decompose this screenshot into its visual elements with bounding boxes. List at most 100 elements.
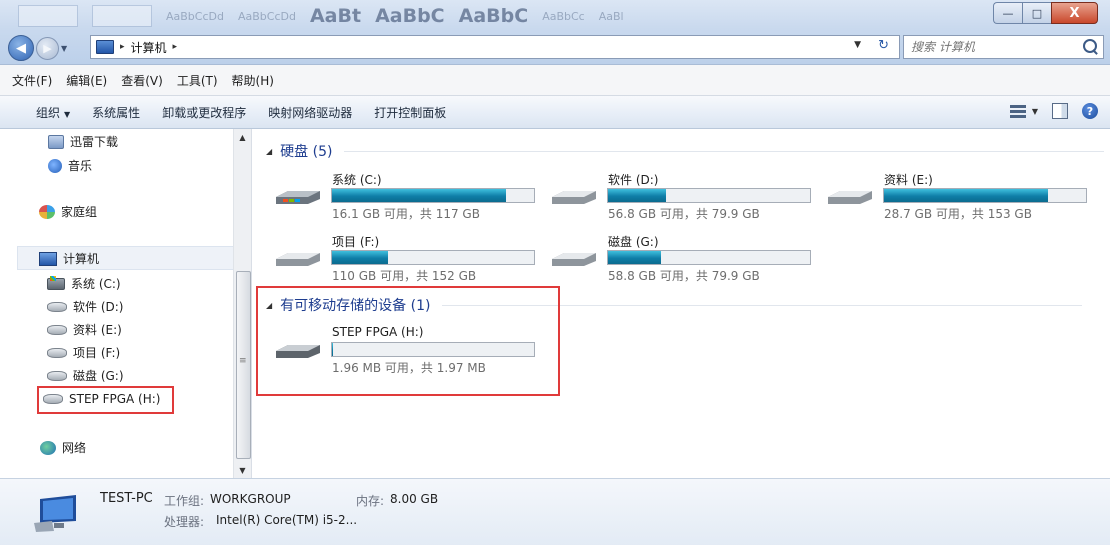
drive-item-d[interactable]: 软件 (D:) 56.8 GB 可用，共 79.9 GB — [550, 171, 820, 231]
address-bar[interactable]: ▸ 计算机 ▸ ▼ ↻ — [90, 35, 900, 59]
preview-pane-icon[interactable] — [1052, 103, 1068, 119]
scroll-down-arrow[interactable]: ▼ — [234, 462, 251, 478]
drive-item-e[interactable]: 资料 (E:) 28.7 GB 可用，共 153 GB — [826, 171, 1096, 231]
menu-view[interactable]: 查看(V) — [121, 72, 163, 89]
search-box[interactable] — [903, 35, 1104, 59]
sidebar-item-network[interactable]: 网络 — [40, 439, 86, 456]
sidebar-item-label: 音乐 — [68, 159, 93, 173]
view-controls: ▼ ? — [1009, 103, 1098, 119]
drive-usage-fill — [608, 251, 662, 264]
sidebar-item-label: 资料 (E:) — [73, 323, 122, 337]
sidebar-item-music[interactable]: 音乐 — [48, 157, 92, 174]
organize-label: 组织 — [36, 105, 61, 120]
menu-bar: 文件(F) 编辑(E) 查看(V) 工具(T) 帮助(H) — [0, 65, 1110, 96]
style-sample: AaBbC — [375, 5, 445, 27]
system-drive-icon — [47, 275, 65, 290]
sidebar-item-drive-c[interactable]: 系统 (C:) — [47, 275, 121, 292]
view-dropdown-icon[interactable]: ▼ — [1032, 107, 1038, 116]
refresh-icon[interactable]: ↻ — [878, 38, 889, 53]
style-swatch — [18, 5, 78, 27]
help-icon[interactable]: ? — [1082, 103, 1098, 119]
content-area: ◢ 硬盘 (5) 系统 (C:) 16.1 GB 可用，共 117 GB 软件 … — [252, 129, 1110, 478]
breadcrumb-separator[interactable]: ▸ — [120, 42, 125, 52]
breadcrumb-computer[interactable]: 计算机 — [131, 39, 167, 56]
computer-icon — [96, 40, 114, 54]
system-properties-button[interactable]: 系统属性 — [92, 104, 140, 121]
highlight-box-removable — [256, 286, 560, 396]
style-sample: AaBbC — [458, 5, 529, 27]
drive-icon — [47, 301, 67, 312]
address-history-dropdown[interactable]: ▼ — [854, 40, 861, 50]
map-network-drive-button[interactable]: 映射网络驱动器 — [268, 104, 352, 121]
menu-edit[interactable]: 编辑(E) — [66, 72, 107, 89]
explorer-window: AaBbCcDd AaBbCcDd AaBt AaBbC AaBbC AaBbC… — [0, 0, 1110, 545]
drive-icon — [276, 253, 320, 266]
background-ribbon-ghost: AaBbCcDd AaBbCcDd AaBt AaBbC AaBbC AaBbC… — [18, 3, 624, 29]
sidebar-item-homegroup[interactable]: 家庭组 — [39, 203, 97, 220]
music-icon — [48, 158, 62, 173]
drive-usage-bar — [607, 250, 811, 265]
navigation-buttons: ◀ ▶ ▼ — [8, 35, 71, 61]
uninstall-program-button[interactable]: 卸载或更改程序 — [162, 104, 246, 121]
menu-file[interactable]: 文件(F) — [12, 72, 52, 89]
drive-icon — [828, 191, 872, 204]
drive-name: 磁盘 (G:) — [608, 235, 659, 249]
menu-tools[interactable]: 工具(T) — [177, 72, 218, 89]
sidebar-item-drive-d[interactable]: 软件 (D:) — [47, 298, 123, 315]
sidebar-item-label: 家庭组 — [61, 205, 98, 219]
drive-icon — [47, 370, 67, 381]
search-input[interactable] — [909, 39, 1078, 55]
computer-icon — [34, 495, 76, 532]
collapse-arrow-icon[interactable]: ◢ — [266, 147, 272, 156]
drive-item-c[interactable]: 系统 (C:) 16.1 GB 可用，共 117 GB — [274, 171, 544, 231]
open-control-panel-button[interactable]: 打开控制面板 — [374, 104, 446, 121]
drive-space-info: 56.8 GB 可用，共 79.9 GB — [608, 207, 760, 221]
minimize-button[interactable]: — — [993, 2, 1022, 24]
drive-space-info: 110 GB 可用，共 152 GB — [332, 269, 477, 283]
drive-name: 系统 (C:) — [332, 173, 382, 187]
drive-space-info: 58.8 GB 可用，共 79.9 GB — [608, 269, 760, 283]
scroll-thumb[interactable] — [236, 271, 251, 459]
back-button[interactable]: ◀ — [8, 35, 34, 61]
menu-help[interactable]: 帮助(H) — [232, 72, 274, 89]
recent-pages-dropdown[interactable]: ▼ — [61, 44, 71, 53]
homegroup-icon — [39, 204, 55, 219]
sidebar-item-thunder-download[interactable]: 迅雷下载 — [48, 133, 118, 150]
search-icon[interactable] — [1083, 39, 1097, 53]
maximize-button[interactable]: □ — [1022, 2, 1051, 24]
scroll-up-arrow[interactable]: ▲ — [234, 129, 251, 145]
sidebar-item-label: 项目 (F:) — [73, 346, 121, 360]
processor-value: Intel(R) Core(TM) i5-2... — [216, 513, 358, 527]
sidebar-item-drive-f[interactable]: 项目 (F:) — [47, 344, 120, 361]
style-sample: AaBl — [598, 9, 624, 23]
sidebar-item-label: 计算机 — [63, 252, 100, 266]
drive-usage-bar — [883, 188, 1087, 203]
system-drive-icon — [276, 191, 320, 204]
computer-name: TEST-PC — [100, 491, 153, 506]
group-header-hard-disks[interactable]: ◢ 硬盘 (5) — [266, 141, 1105, 161]
close-button[interactable]: X — [1051, 2, 1098, 24]
navigation-scrollbar[interactable]: ▲ ▼ — [233, 129, 251, 478]
forward-button[interactable]: ▶ — [36, 36, 59, 60]
window-controls: — □ X — [993, 2, 1098, 24]
drive-name: 项目 (F:) — [332, 235, 380, 249]
breadcrumb-separator[interactable]: ▸ — [173, 42, 178, 52]
style-sample: AaBbCc — [542, 9, 585, 23]
computer-icon — [39, 251, 57, 266]
drive-name: 资料 (E:) — [884, 173, 933, 187]
sidebar-item-drive-g[interactable]: 磁盘 (G:) — [47, 367, 124, 384]
organize-button[interactable]: 组织 ▼ — [36, 104, 70, 121]
drive-item-f[interactable]: 项目 (F:) 110 GB 可用，共 152 GB — [274, 233, 544, 293]
change-view-icon[interactable] — [1009, 104, 1026, 118]
drive-icon — [552, 253, 596, 266]
sidebar-item-computer[interactable]: 计算机 — [39, 250, 99, 267]
drive-item-g[interactable]: 磁盘 (G:) 58.8 GB 可用，共 79.9 GB — [550, 233, 820, 293]
command-bar: 组织 ▼ 系统属性 卸载或更改程序 映射网络驱动器 打开控制面板 ▼ ? — [0, 96, 1110, 129]
workgroup-value: WORKGROUP — [210, 492, 291, 506]
download-icon — [48, 134, 64, 149]
drive-icon — [47, 347, 67, 358]
drive-usage-fill — [884, 189, 1049, 202]
sidebar-item-drive-e[interactable]: 资料 (E:) — [47, 321, 122, 338]
processor-label: 处理器: — [164, 515, 205, 529]
drive-icon — [47, 324, 67, 335]
